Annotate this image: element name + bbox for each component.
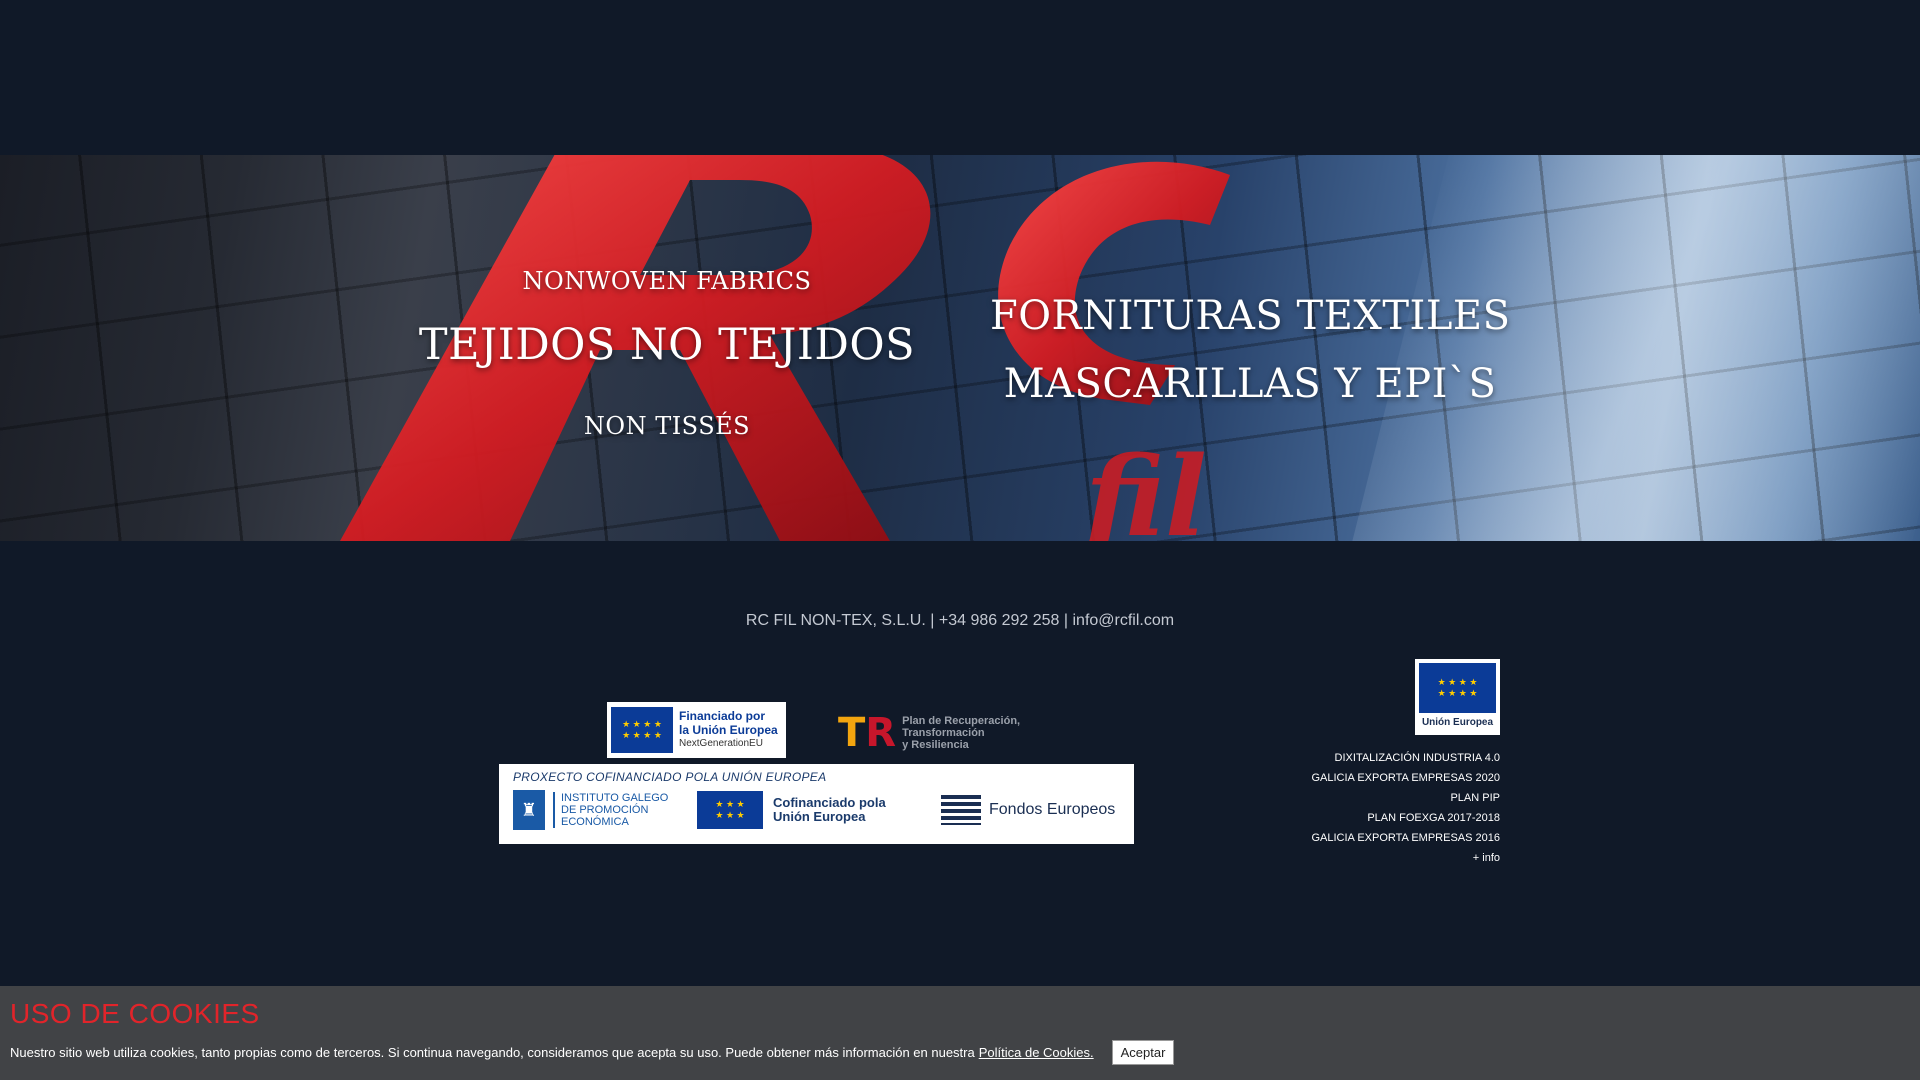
- galicia-emblem-icon: ♜: [513, 790, 545, 830]
- eu-flag-icon: ★ ★ ★ ★ ★ ★: [697, 791, 763, 829]
- company-name: RC FIL NON-TEX, S.L.U.: [745, 612, 926, 629]
- igape-line3: ECONÓMICA: [561, 816, 629, 828]
- cofinanciado-logo: ★ ★ ★ ★ ★ ★ Cofinanciado pola Unión Europ…: [697, 791, 927, 829]
- separator: |: [1063, 612, 1069, 629]
- contact-line: RC FIL NON-TEX, S.L.U. | +34 986 292 258…: [0, 612, 1920, 630]
- email-link[interactable]: info@rcfil.com: [1072, 612, 1174, 629]
- cookie-banner: USO DE COOKIES Nuestro sitio web utiliza…: [0, 986, 1920, 1080]
- project-link[interactable]: PLAN FOEXGA 2017-2018: [1311, 808, 1500, 828]
- igape-logo-banner: PROXECTO COFINANCIADO POLA UNIÓN EUROPEA…: [499, 764, 1134, 844]
- hero-non-tisses: NON TISSÉS: [583, 412, 751, 440]
- fondos-label: Fondos Europeos: [989, 801, 1116, 818]
- igape-logo: ♜ INSTITUTO GALEGO DE PROMOCIÓN ECONÓMIC…: [513, 790, 683, 830]
- prtr-line3: y Resiliencia: [902, 739, 969, 751]
- eu-flag-icon: ★ ★ ★ ★ ★ ★ ★ ★: [611, 707, 673, 753]
- hero-forn-textiles[interactable]: FORNITURAS TEXTILES: [990, 293, 1510, 339]
- prtr-line1: Plan de Recuperación,: [902, 715, 1021, 727]
- fondos-europeos-icon: [941, 795, 981, 825]
- accept-cookies-button[interactable]: Aceptar: [1111, 1040, 1175, 1065]
- project-link[interactable]: GALICIA EXPORTA EMPRESAS 2016: [1311, 828, 1500, 848]
- hero-banner: fil NONWOVEN FABRICS TEJIDOS NO TEJIDOS …: [0, 155, 1920, 541]
- hero-mascarillas[interactable]: MASCARILLAS Y EPI`S: [990, 361, 1510, 407]
- project-link[interactable]: PLAN PIP: [1311, 788, 1500, 808]
- rc-fil-logo: fil: [340, 155, 1230, 541]
- hero-tejidos-no-tejidos[interactable]: TEJIDOS NO TEJIDOS: [417, 320, 917, 370]
- igape-header: PROXECTO COFINANCIADO POLA UNIÓN EUROPEA: [513, 770, 827, 784]
- more-info-link[interactable]: + info: [1311, 848, 1500, 868]
- cookie-message: Nuestro sitio web utiliza cookies, tanto…: [10, 1045, 975, 1060]
- ngeu-logo: ★ ★ ★ ★ ★ ★ ★ ★ Financiado por la Unión E…: [607, 702, 786, 758]
- logo-fil: fil: [1078, 432, 1207, 541]
- fondos-europeos-logo: Fondos Europeos: [941, 795, 1115, 825]
- separator: |: [930, 612, 935, 629]
- cof-line2: Unión Europea: [773, 809, 866, 824]
- prtr-logo: TR Plan de Recuperación, Transformación …: [838, 710, 1023, 756]
- phone-number[interactable]: +34 986 292 258: [939, 612, 1060, 629]
- prtr-line2: Transformación: [902, 727, 985, 739]
- cookie-title: USO DE COOKIES: [10, 998, 260, 1029]
- cof-line1: Cofinanciado pola: [773, 795, 886, 810]
- ngeu-line3: NextGenerationEU: [679, 738, 763, 749]
- prtr-mark-icon: TR: [838, 710, 897, 756]
- igape-line1: INSTITUTO GALEGO: [561, 792, 669, 804]
- ngeu-line2: la Unión Europea: [679, 723, 778, 737]
- igape-line2: DE PROMOCIÓN: [561, 804, 649, 816]
- cookie-policy-link[interactable]: Política de Cookies.: [979, 1045, 1094, 1060]
- ngeu-line1: Financiado por: [679, 709, 766, 723]
- eu-flag-icon: ★ ★ ★ ★ ★ ★ ★ ★: [1419, 663, 1496, 713]
- project-link[interactable]: DIXITALIZACIÓN INDUSTRIA 4.0: [1311, 748, 1500, 768]
- project-link[interactable]: GALICIA EXPORTA EMPRESAS 2020: [1311, 768, 1500, 788]
- hero-nonwoven: NONWOVEN FABRICS: [522, 267, 812, 295]
- ue-logo[interactable]: ★ ★ ★ ★ ★ ★ ★ ★ Unión Europea: [1415, 659, 1500, 735]
- projects-list: DIXITALIZACIÓN INDUSTRIA 4.0 GALICIA EXP…: [1311, 748, 1500, 868]
- ue-label: Unión Europea: [1421, 717, 1494, 728]
